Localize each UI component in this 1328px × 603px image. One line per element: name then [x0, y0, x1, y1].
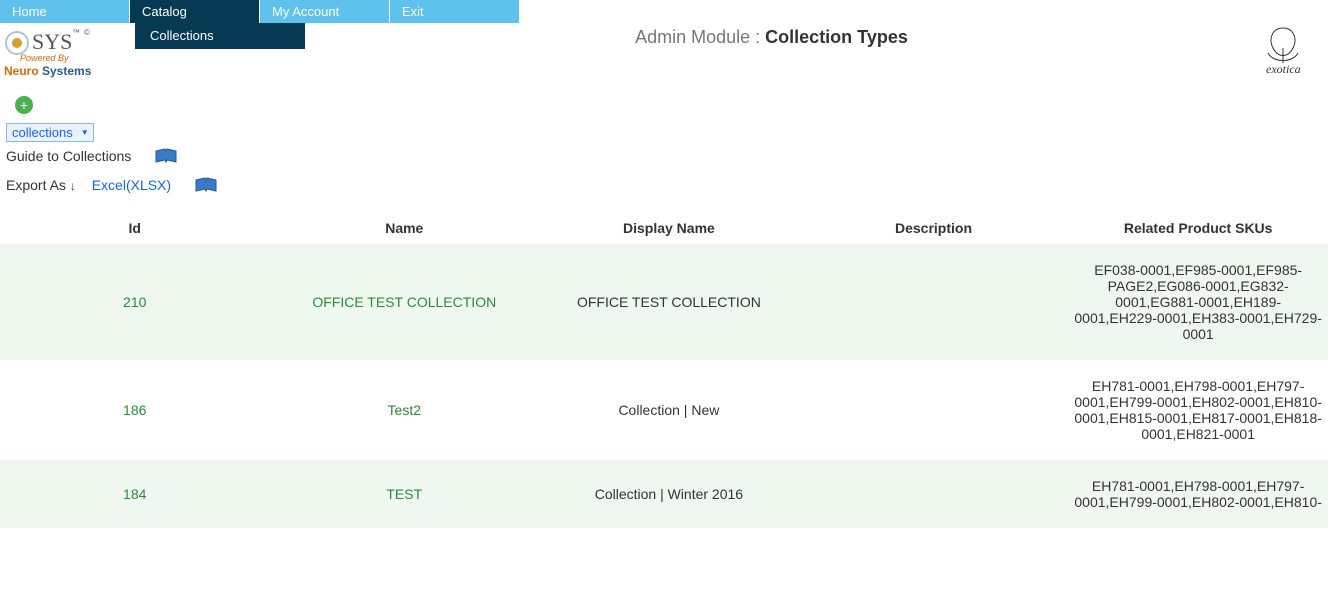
- col-skus: Related Product SKUs: [1068, 212, 1328, 244]
- row-name[interactable]: Test2: [388, 402, 421, 418]
- subnav-collections[interactable]: Collections: [135, 23, 305, 49]
- svg-text:Powered By: Powered By: [20, 53, 69, 63]
- col-display-name: Display Name: [539, 212, 799, 244]
- col-id: Id: [0, 212, 269, 244]
- brand-logo: exotica: [1238, 23, 1328, 81]
- table-row[interactable]: 210 OFFICE TEST COLLECTION OFFICE TEST C…: [0, 244, 1328, 360]
- row-display: Collection | New: [539, 360, 799, 460]
- svg-text:exotica: exotica: [1266, 62, 1301, 76]
- table-row[interactable]: 186 Test2 Collection | New EH781-0001,EH…: [0, 360, 1328, 460]
- row-id[interactable]: 184: [123, 486, 146, 502]
- export-excel-link[interactable]: Excel(XLSX): [92, 177, 171, 193]
- top-nav: Home Catalog My Account Exit: [0, 0, 1328, 23]
- row-description: [799, 360, 1069, 460]
- arrow-down-icon: ↓: [70, 179, 76, 193]
- nav-my-account[interactable]: My Account: [260, 0, 390, 23]
- page-title-prefix: Admin Module :: [635, 27, 765, 47]
- svg-text:Neuro: Neuro: [4, 64, 39, 78]
- row-skus: EF038-0001,EF985-0001,EF985-PAGE2,EG086-…: [1068, 244, 1328, 360]
- nav-home[interactable]: Home: [0, 0, 130, 23]
- page-title-main: Collection Types: [765, 27, 908, 47]
- nav-exit[interactable]: Exit: [390, 0, 520, 23]
- table-row[interactable]: 184 TEST Collection | Winter 2016 EH781-…: [0, 460, 1328, 528]
- export-label: Export As: [6, 177, 66, 193]
- row-name[interactable]: OFFICE TEST COLLECTION: [312, 294, 496, 310]
- row-description: [799, 244, 1069, 360]
- page-title: Admin Module : Collection Types: [305, 27, 1238, 81]
- row-skus: EH781-0001,EH798-0001,EH797-0001,EH799-0…: [1068, 460, 1328, 528]
- collections-table: Id Name Display Name Description Related…: [0, 212, 1328, 528]
- row-name[interactable]: TEST: [386, 486, 422, 502]
- row-display: OFFICE TEST COLLECTION: [539, 244, 799, 360]
- svg-text:Systems: Systems: [42, 64, 92, 78]
- header-row: SYS ™ © Powered By Neuro Systems Collect…: [0, 23, 1328, 81]
- svg-text:™: ™: [72, 28, 80, 37]
- row-id[interactable]: 210: [123, 294, 146, 310]
- logo-sys-text: SYS: [32, 29, 72, 54]
- nav-catalog[interactable]: Catalog: [130, 0, 260, 23]
- row-description: [799, 460, 1069, 528]
- controls-row: collections: [0, 119, 1328, 146]
- book-icon-2[interactable]: [195, 177, 217, 196]
- row-skus: EH781-0001,EH798-0001,EH797-0001,EH799-0…: [1068, 360, 1328, 460]
- collections-dropdown[interactable]: collections: [6, 123, 94, 142]
- guide-label: Guide to Collections: [6, 148, 131, 164]
- add-button[interactable]: +: [15, 96, 33, 114]
- col-description: Description: [799, 212, 1069, 244]
- app-logo: SYS ™ © Powered By Neuro Systems: [0, 23, 135, 78]
- row-id[interactable]: 186: [123, 402, 146, 418]
- table-header-row: Id Name Display Name Description Related…: [0, 212, 1328, 244]
- book-icon[interactable]: [155, 148, 177, 167]
- guide-row: Guide to Collections: [0, 146, 1328, 169]
- col-name: Name: [269, 212, 539, 244]
- svg-text:©: ©: [84, 28, 90, 37]
- export-row: Export As ↓ Excel(XLSX): [0, 169, 1328, 200]
- row-display: Collection | Winter 2016: [539, 460, 799, 528]
